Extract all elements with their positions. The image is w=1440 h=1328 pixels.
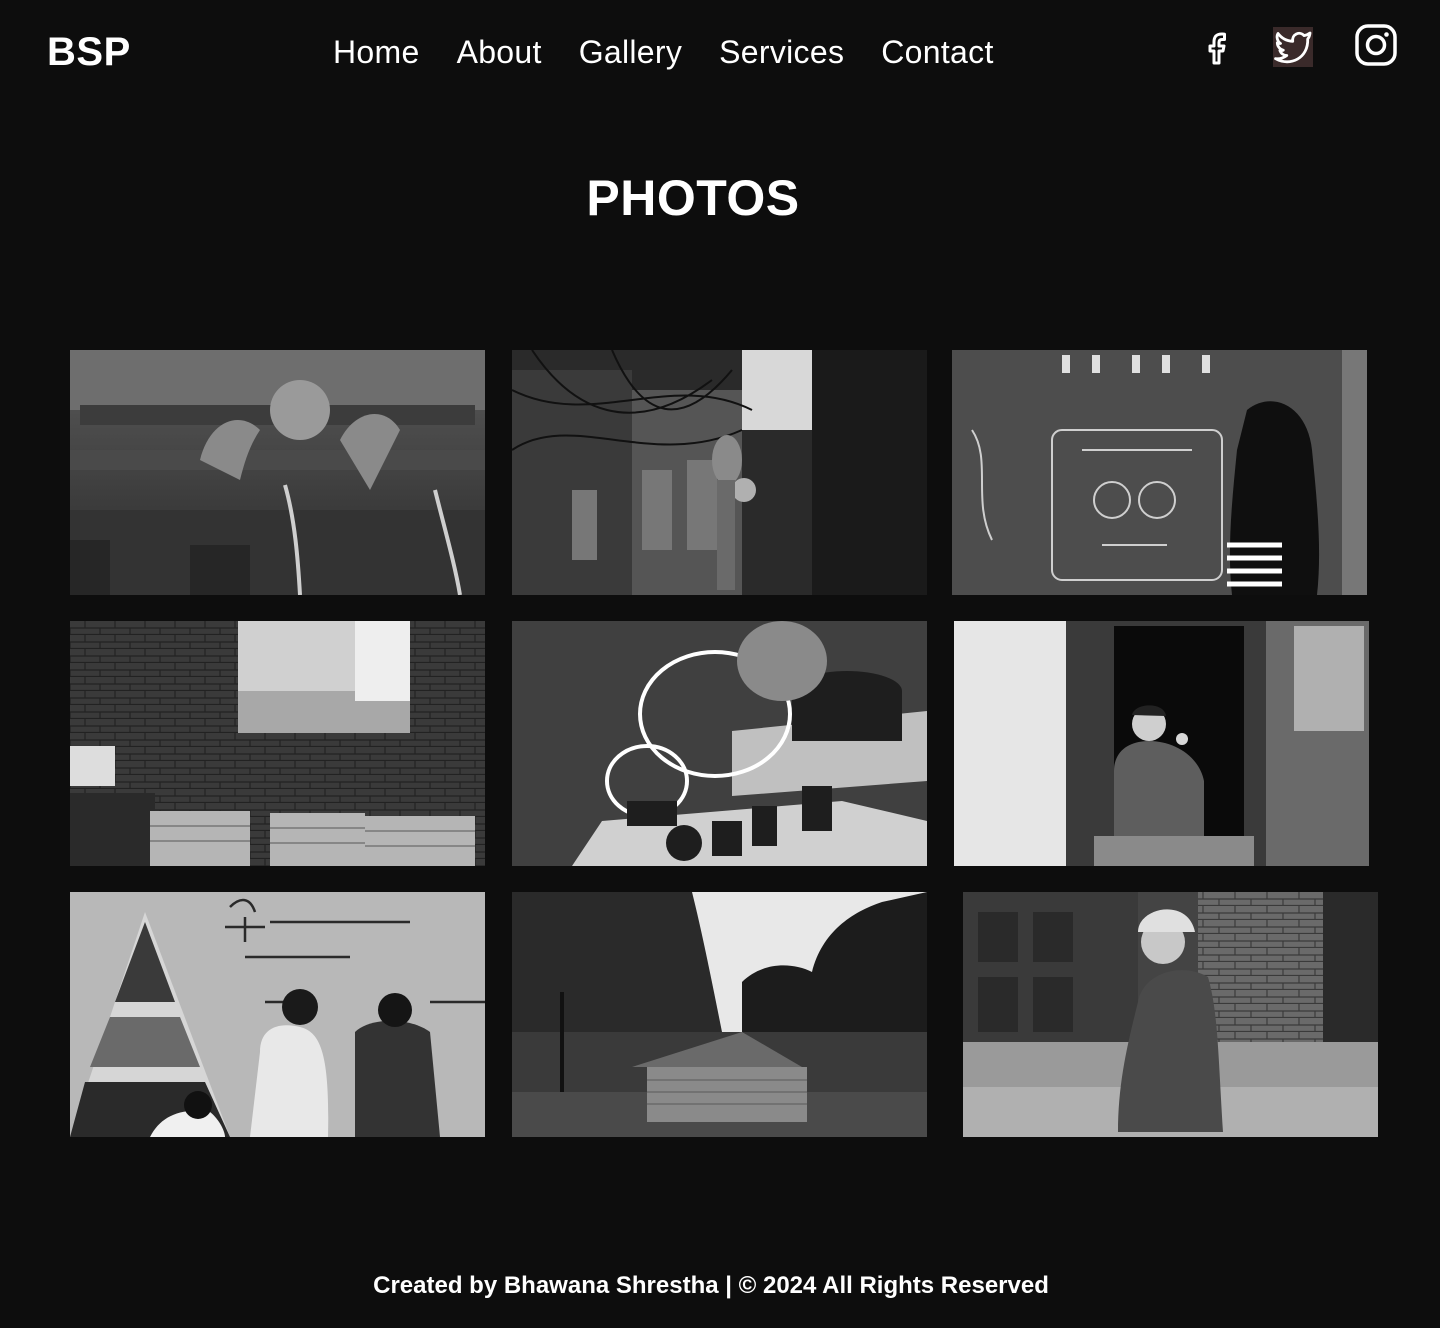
elderly-woman-steps-image: [963, 892, 1378, 1137]
main-nav: Home About Gallery Services Contact: [333, 32, 994, 72]
facebook-icon[interactable]: [1195, 25, 1243, 69]
brick-wall-office-photo[interactable]: [70, 621, 485, 866]
temple-water-spouts-image: [70, 350, 485, 595]
pyramid-mural-wall-image: [70, 892, 485, 1137]
girl-wall-mural-image: [952, 350, 1367, 595]
page-title: PHOTOS: [586, 170, 800, 226]
site-footer: Created by Bhawana Shrestha | © 2024 All…: [0, 1270, 1422, 1302]
social-links: [1195, 22, 1420, 70]
forest-hut-photo[interactable]: [512, 892, 927, 1137]
temple-water-spouts-photo[interactable]: [70, 350, 485, 595]
instagram-icon[interactable]: [1353, 22, 1399, 68]
nav-contact-link[interactable]: Contact: [881, 32, 993, 72]
girl-wall-mural-photo[interactable]: [952, 350, 1367, 595]
twitter-icon[interactable]: [1273, 27, 1313, 67]
nav-home-link[interactable]: Home: [333, 32, 420, 72]
smiling-child-window-photo[interactable]: [954, 621, 1369, 866]
electrician-alley-image: [512, 350, 927, 595]
ring-lamp-display-image: [512, 621, 927, 866]
forest-hut-image: [512, 892, 927, 1137]
electrician-alley-photo[interactable]: [512, 350, 927, 595]
smiling-child-window-image: [954, 621, 1369, 866]
brick-wall-office-image: [70, 621, 485, 866]
nav-about-link[interactable]: About: [457, 32, 542, 72]
ring-lamp-display-photo[interactable]: [512, 621, 927, 866]
pyramid-mural-wall-photo[interactable]: [70, 892, 485, 1137]
footer-credits: Created by Bhawana Shrestha | © 2024 All…: [373, 1272, 1049, 1299]
page: BSP Home About Gallery Services Contact …: [0, 0, 1440, 1328]
nav-gallery-link[interactable]: Gallery: [579, 32, 682, 72]
site-logo[interactable]: BSP: [47, 30, 131, 74]
nav-services-link[interactable]: Services: [719, 32, 844, 72]
elderly-woman-steps-photo[interactable]: [963, 892, 1378, 1137]
